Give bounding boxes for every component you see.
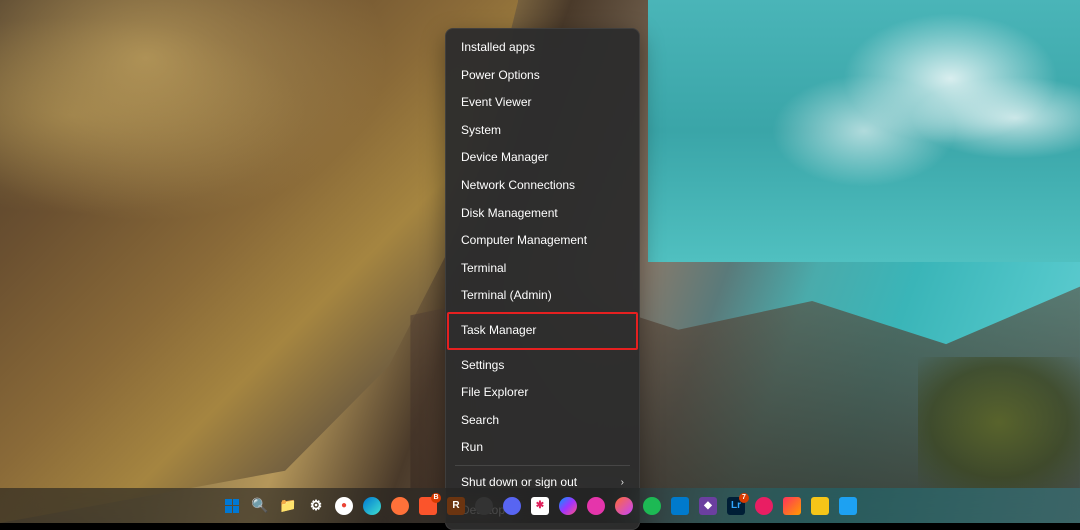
taskbar-krita[interactable] — [753, 495, 775, 517]
taskbar-start[interactable] — [221, 495, 243, 517]
taskbar-vscode[interactable] — [669, 495, 691, 517]
taskbar-app-1[interactable]: R — [445, 495, 467, 517]
file-explorer-icon: 📁 — [279, 497, 297, 515]
taskbar-chrome[interactable]: ● — [333, 495, 355, 517]
search-icon: 🔍 — [251, 497, 269, 515]
taskbar-discord[interactable] — [501, 495, 523, 517]
settings-icon: ⚙ — [307, 497, 325, 515]
discord-icon — [503, 497, 521, 515]
spotify-icon — [643, 497, 661, 515]
menu-item-computer-management[interactable]: Computer Management — [451, 227, 634, 255]
taskbar-slack[interactable]: ✱ — [529, 495, 551, 517]
menu-item-terminal-admin[interactable]: Terminal (Admin) — [451, 282, 634, 310]
taskbar-messenger[interactable] — [557, 495, 579, 517]
menu-separator — [455, 348, 630, 349]
menu-item-disk-management[interactable]: Disk Management — [451, 200, 634, 228]
badge: 7 — [739, 493, 749, 503]
menu-item-power-options[interactable]: Power Options — [451, 62, 634, 90]
taskbar-brave[interactable]: B — [417, 495, 439, 517]
taskbar-search[interactable]: 🔍 — [249, 495, 271, 517]
menu-separator — [455, 313, 630, 314]
menu-item-terminal[interactable]: Terminal — [451, 255, 634, 283]
menu-item-event-viewer[interactable]: Event Viewer — [451, 89, 634, 117]
messenger-icon — [559, 497, 577, 515]
start-context-menu: Installed apps Power Options Event Viewe… — [445, 28, 640, 530]
menu-item-settings[interactable]: Settings — [451, 352, 634, 380]
menu-item-task-manager[interactable]: Task Manager — [451, 317, 634, 345]
taskbar-firefox[interactable] — [389, 495, 411, 517]
taskbar-settings[interactable]: ⚙ — [305, 495, 327, 517]
menu-item-system[interactable]: System — [451, 117, 634, 145]
taskbar-file-explorer[interactable]: 📁 — [277, 495, 299, 517]
taskbar-app-4[interactable] — [613, 495, 635, 517]
app-3-icon — [587, 497, 605, 515]
firefox-icon — [391, 497, 409, 515]
app-5-icon — [811, 497, 829, 515]
twitter-icon — [839, 497, 857, 515]
app-1-icon: R — [447, 497, 465, 515]
chrome-icon: ● — [335, 497, 353, 515]
taskbar-app-5[interactable] — [809, 495, 831, 517]
taskbar: 🔍 📁 ⚙ ● BR ✱ ◆ Lr7 — [0, 488, 1080, 523]
menu-item-device-manager[interactable]: Device Manager — [451, 144, 634, 172]
menu-item-installed-apps[interactable]: Installed apps — [451, 34, 634, 62]
app-4-icon — [615, 497, 633, 515]
taskbar-jetbrains[interactable] — [781, 495, 803, 517]
jetbrains-icon — [783, 497, 801, 515]
taskbar-obsidian[interactable]: ◆ — [697, 495, 719, 517]
taskbar-lightroom[interactable]: Lr7 — [725, 495, 747, 517]
menu-item-search[interactable]: Search — [451, 407, 634, 435]
menu-separator — [455, 465, 630, 466]
taskbar-app-2[interactable] — [473, 495, 495, 517]
taskbar-edge[interactable] — [361, 495, 383, 517]
badge: B — [431, 493, 441, 503]
obsidian-icon: ◆ — [699, 497, 717, 515]
start-icon — [223, 497, 241, 515]
menu-item-file-explorer[interactable]: File Explorer — [451, 379, 634, 407]
vscode-icon — [671, 497, 689, 515]
edge-icon — [363, 497, 381, 515]
menu-item-run[interactable]: Run — [451, 434, 634, 462]
app-2-icon — [475, 497, 493, 515]
taskbar-app-3[interactable] — [585, 495, 607, 517]
taskbar-twitter[interactable] — [837, 495, 859, 517]
slack-icon: ✱ — [531, 497, 549, 515]
krita-icon — [755, 497, 773, 515]
taskbar-spotify[interactable] — [641, 495, 663, 517]
menu-item-network-connections[interactable]: Network Connections — [451, 172, 634, 200]
